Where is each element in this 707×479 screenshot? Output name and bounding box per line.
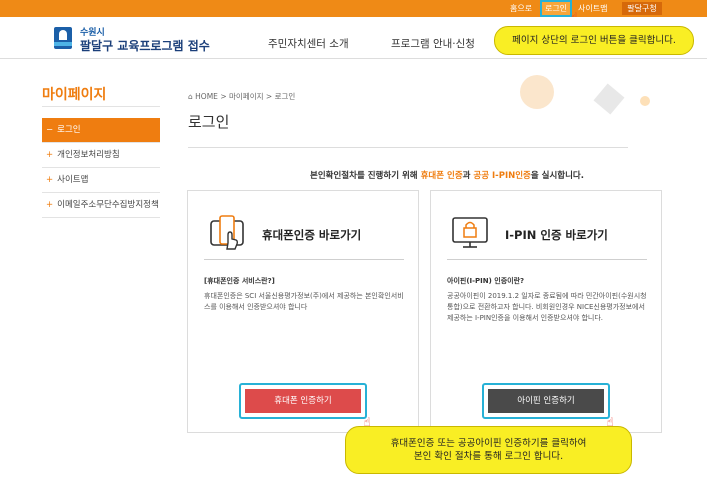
tooltip-line-2: 본인 확인 절차를 통해 로그인 합니다. [413,451,564,462]
plus-icon: + [46,150,54,160]
phone-button-highlight: 휴대폰 인증하기 [239,383,367,419]
title-divider [188,147,628,148]
intro-prefix: 본인확인절차를 진행하기 위해 [310,171,421,181]
intro-highlight-phone: 휴대폰 인증 [420,171,463,181]
phone-card-title: 휴대폰인증 바로가기 [262,228,362,242]
monitor-lock-icon [451,213,489,251]
intro-text: 본인확인절차를 진행하기 위해 휴대폰 인증과 공공 I-PIN인증을 실시합니… [188,169,706,181]
district-office-link[interactable]: 팔달구청 [622,2,662,15]
sitemap-link[interactable]: 사이트맵 [578,2,607,15]
sidebar-item-email-policy[interactable]: + 이메일주소무단수집방지정책 [42,193,160,218]
decorative-dot [640,96,650,106]
sidebar-item-label: 이메일주소무단수집방지정책 [57,200,159,210]
breadcrumb-mypage[interactable]: 마이페이지 [229,92,264,101]
dash-icon: − [46,125,54,135]
card-divider [204,259,404,260]
mobile-phone-icon [208,213,246,251]
sidebar-item-label: 사이트맵 [57,175,89,185]
plus-icon: + [46,175,54,185]
phone-auth-button[interactable]: 휴대폰 인증하기 [245,389,361,413]
intro-highlight-ipin: 공공 I-PIN인증 [473,171,531,181]
gnb-program-apply[interactable]: 프로그램 안내·신청 [391,36,475,51]
page-title: 로그인 [188,113,230,131]
tooltip-auth-instructions: 휴대폰인증 또는 공공아이핀 인증하기를 클릭하여 본인 확인 절차를 통해 로… [345,426,632,474]
sidebar-item-label: 개인정보처리방침 [57,150,120,160]
top-utility-bar: 홈으로 로그인 사이트맵 팔달구청 [0,0,707,17]
sidebar-item-login[interactable]: − 로그인 [42,118,160,143]
sidebar-item-sitemap[interactable]: + 사이트맵 [42,168,160,193]
sidebar-menu: − 로그인 + 개인정보처리방침 + 사이트맵 + 이메일주소무단수집방지정책 [42,118,160,218]
phone-card-description: 휴대폰인증은 SCI 서울신용평가정보(주)에서 제공하는 본인확인서비스를 이… [204,292,404,311]
plus-icon: + [46,200,54,210]
city-logo-icon[interactable] [54,27,72,49]
phone-card-subtitle: [휴대폰인증 서비스란?] [204,277,275,285]
sidebar-title: 마이페이지 [42,87,107,103]
intro-mid: 과 [462,171,474,181]
sidebar-item-privacy[interactable]: + 개인정보처리방침 [42,143,160,168]
breadcrumb: ⌂ HOME > 마이페이지 > 로그인 [188,91,295,102]
breadcrumb-login: 로그인 [274,92,296,101]
decorative-circle [520,75,554,109]
breadcrumb-separator: > [265,92,273,101]
ipin-auth-card: I-PIN 인증 바로가기 아이핀(I-PIN) 인증이란? 공공아이핀이 20… [430,190,662,433]
sidebar-item-label: 로그인 [57,125,81,135]
tooltip-click-login: 페이지 상단의 로그인 버튼을 클릭합니다. [494,26,694,55]
site-title[interactable]: 팔달구 교육프로그램 접수 [80,37,210,54]
intro-suffix: 을 실시합니다. [530,171,584,181]
gnb-center-intro[interactable]: 주민자치센터 소개 [268,36,349,51]
home-link[interactable]: 홈으로 [510,2,532,15]
tooltip-line-1: 휴대폰인증 또는 공공아이핀 인증하기를 클릭하여 [390,438,587,449]
ipin-card-title: I-PIN 인증 바로가기 [505,228,608,242]
breadcrumb-home[interactable]: HOME [195,92,218,101]
ipin-auth-button[interactable]: 아이핀 인증하기 [488,389,604,413]
breadcrumb-separator: > [220,92,227,101]
phone-auth-card: 휴대폰인증 바로가기 [휴대폰인증 서비스란?] 휴대폰인증은 SCI 서울신용… [187,190,419,433]
ipin-card-description: 공공아이핀이 2019.1.2 일자로 종료됨에 따라 민간아이핀(수원시청통합… [447,292,647,322]
card-divider [447,259,647,260]
sidebar-top-divider [42,106,160,107]
ipin-button-highlight: 아이핀 인증하기 [482,383,610,419]
home-icon[interactable]: ⌂ [188,92,193,101]
ipin-card-subtitle: 아이핀(I-PIN) 인증이란? [447,277,525,285]
decorative-square [593,83,625,115]
